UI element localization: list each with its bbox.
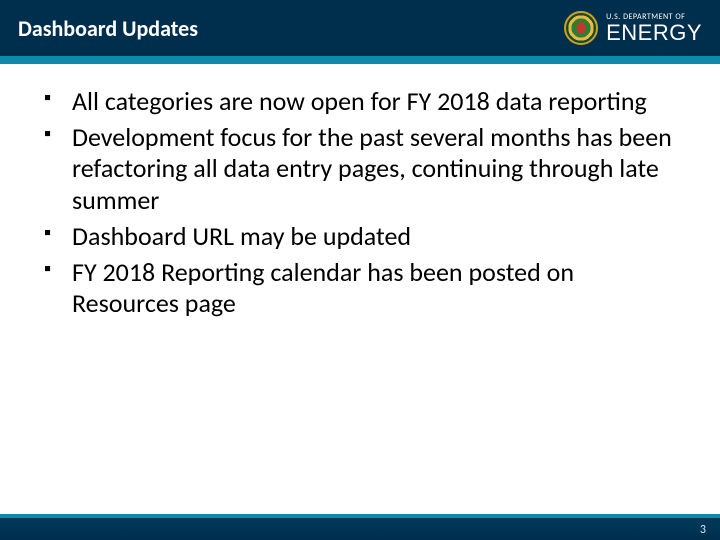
content-area: All categories are now open for FY 2018 … xyxy=(0,64,720,506)
list-item: Development focus for the past several m… xyxy=(40,122,680,217)
list-item: FY 2018 Reporting calendar has been post… xyxy=(40,257,680,320)
page-number: 3 xyxy=(700,523,706,537)
slide: Dashboard Updates U.S. DEPARTMENT OF ENE… xyxy=(0,0,720,540)
bullet-list: All categories are now open for FY 2018 … xyxy=(40,86,680,320)
doe-logo: U.S. DEPARTMENT OF ENERGY xyxy=(564,11,702,45)
footer: 3 xyxy=(0,506,720,540)
dept-big-text: ENERGY xyxy=(606,22,702,44)
doe-seal-icon xyxy=(564,11,598,45)
accent-bar xyxy=(0,56,720,64)
footer-blue-bar xyxy=(0,518,720,540)
header-bar: Dashboard Updates U.S. DEPARTMENT OF ENE… xyxy=(0,0,720,56)
slide-title: Dashboard Updates xyxy=(18,15,198,42)
list-item: Dashboard URL may be updated xyxy=(40,221,680,253)
list-item: All categories are now open for FY 2018 … xyxy=(40,86,680,118)
doe-wordmark: U.S. DEPARTMENT OF ENERGY xyxy=(606,13,702,44)
